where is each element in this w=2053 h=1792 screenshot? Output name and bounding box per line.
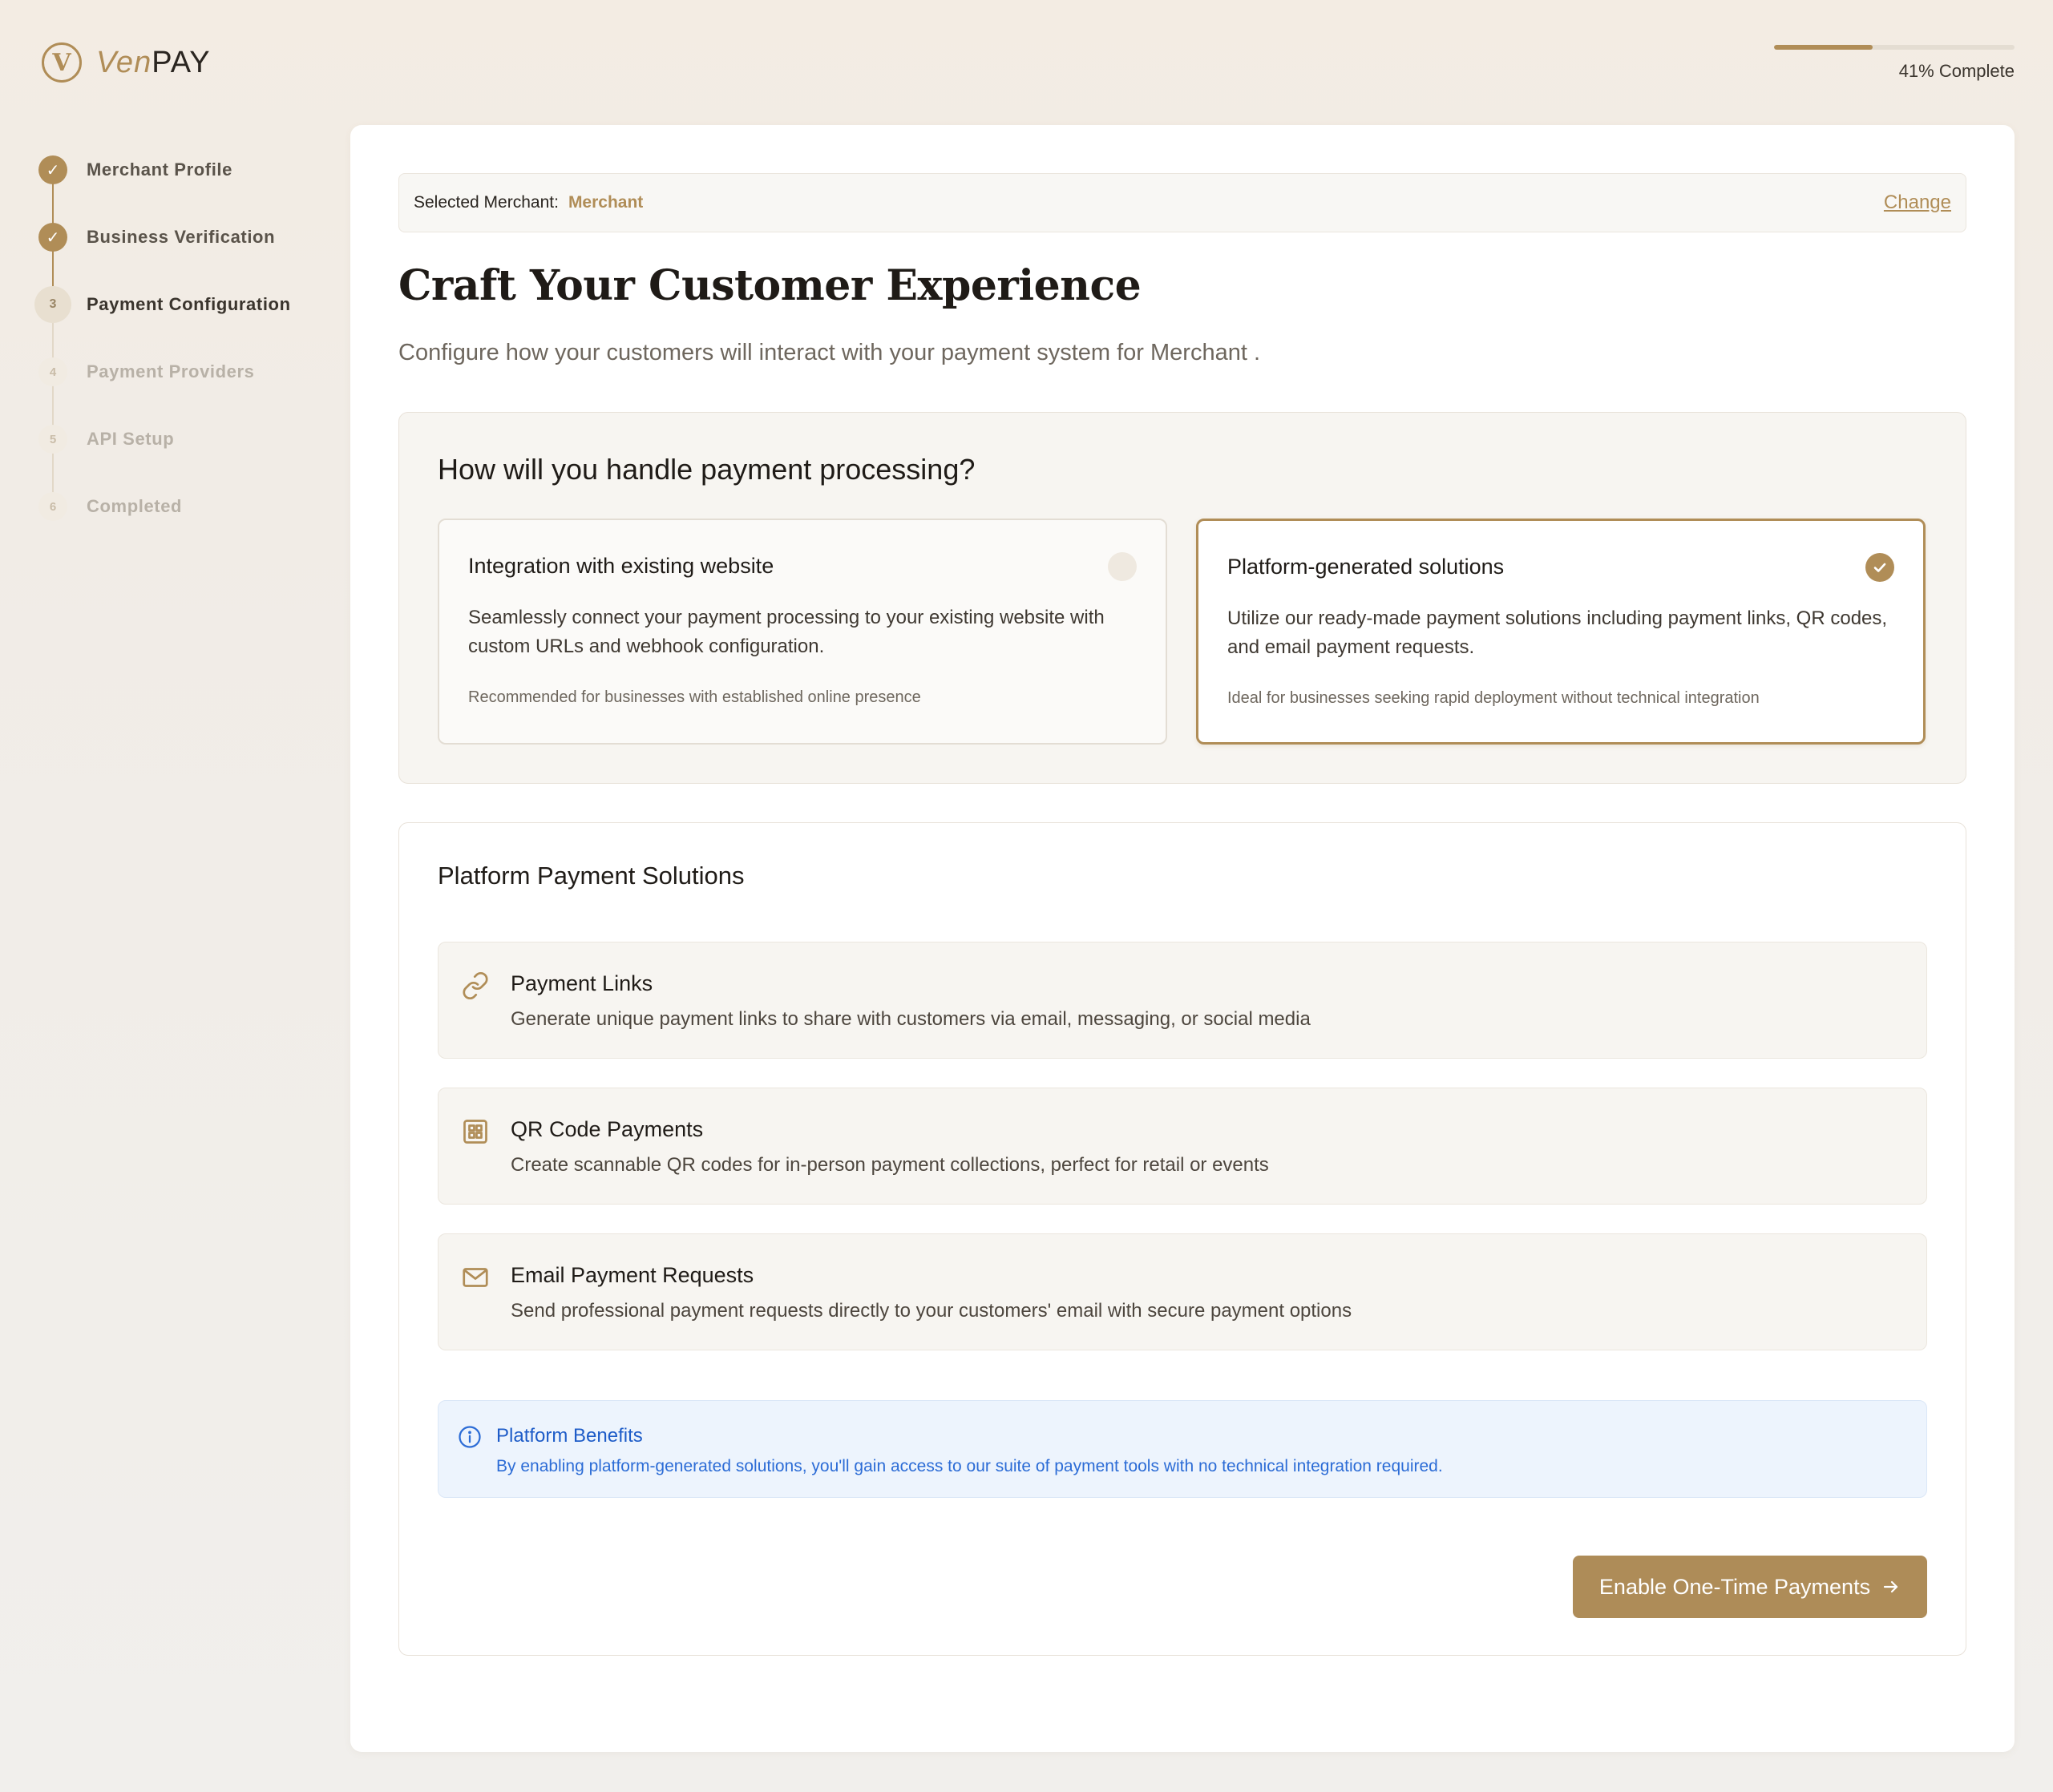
step-label: Business Verification (87, 227, 276, 247)
step-payment-providers: 4 Payment Providers (32, 338, 321, 406)
solution-description: Create scannable QR codes for in-person … (511, 1154, 1269, 1176)
progress-label: 41% Complete (1898, 61, 2015, 81)
option-note: Recommended for businesses with establis… (468, 688, 921, 706)
processing-question: How will you handle payment processing? (438, 453, 976, 486)
button-label: Enable One-Time Payments (1598, 1574, 1871, 1599)
step-label: API Setup (87, 429, 175, 449)
option-title: Integration with existing website (468, 554, 774, 578)
payment-processing-section: How will you handle payment processing? … (398, 412, 1966, 784)
step-label: Payment Configuration (87, 294, 291, 314)
qr-code-icon (463, 1120, 487, 1144)
step-api-setup: 5 API Setup (32, 406, 321, 473)
brand-logo: V VenPAY (42, 40, 211, 85)
arrow-right-icon (1883, 1580, 1898, 1593)
step-completed: 6 Completed (32, 473, 321, 540)
selected-merchant-name: Merchant (568, 193, 644, 212)
onboarding-progress: 41% Complete (1774, 45, 2015, 82)
step-check-icon: ✓ (38, 155, 67, 184)
step-number: 5 (38, 425, 67, 454)
solutions-title: Platform Payment Solutions (438, 862, 745, 890)
option-platform-generated-solutions[interactable]: Platform-generated solutions Utilize our… (1196, 519, 1926, 745)
selected-merchant-bar: Selected Merchant: Merchant Change (398, 173, 1966, 232)
page-subtitle: Configure how your customers will intera… (398, 340, 1261, 365)
option-note: Ideal for businesses seeking rapid deplo… (1227, 689, 1760, 707)
brand-name: VenPAY (96, 45, 211, 79)
progress-track (1774, 45, 2015, 50)
info-icon (459, 1426, 481, 1448)
solution-title: Payment Links (511, 971, 653, 995)
step-label: Completed (87, 496, 183, 516)
option-integration-existing-website[interactable]: Integration with existing website Seamle… (438, 519, 1167, 745)
benefits-description: By enabling platform-generated solutions… (496, 1457, 1443, 1475)
solution-title: QR Code Payments (511, 1117, 704, 1141)
step-label: Merchant Profile (87, 159, 232, 180)
solution-description: Generate unique payment links to share w… (511, 1008, 1311, 1030)
link-icon (463, 971, 488, 1000)
step-number: 6 (38, 492, 67, 521)
benefits-title: Platform Benefits (496, 1425, 643, 1447)
solution-description: Send professional payment requests direc… (511, 1300, 1352, 1322)
step-number: 4 (38, 357, 67, 386)
enable-one-time-payments-button[interactable]: Enable One-Time Payments (1573, 1556, 1927, 1618)
option-description: Seamlessly connect your payment processi… (468, 607, 1105, 657)
page-title: Craft Your Customer Experience (398, 261, 1142, 310)
option-title: Platform-generated solutions (1227, 555, 1505, 579)
logo-mark-icon: V (42, 42, 82, 83)
platform-benefits-notice: Platform Benefits By enabling platform-g… (438, 1400, 1927, 1498)
platform-solutions-section: Platform Payment Solutions Payment Links… (398, 822, 1966, 1656)
mail-icon (463, 1268, 488, 1287)
step-check-icon: ✓ (38, 223, 67, 252)
selected-merchant-label: Selected Merchant: (414, 193, 559, 212)
solution-email-payment-requests: Email Payment Requests Send professional… (438, 1233, 1927, 1350)
check-circle-icon[interactable] (1865, 553, 1894, 582)
solution-payment-links: Payment Links Generate unique payment li… (438, 942, 1927, 1059)
solution-title: Email Payment Requests (511, 1263, 754, 1287)
step-payment-configuration[interactable]: 3 Payment Configuration (32, 271, 321, 338)
step-merchant-profile[interactable]: ✓ Merchant Profile (32, 136, 321, 204)
solution-qr-code-payments: QR Code Payments Create scannable QR cod… (438, 1088, 1927, 1205)
step-number: 3 (34, 286, 71, 323)
radio-unselected-icon[interactable] (1108, 552, 1137, 581)
onboarding-steps: ✓ Merchant Profile ✓ Business Verificati… (32, 136, 321, 540)
option-description: Utilize our ready-made payment solutions… (1227, 607, 1888, 658)
step-business-verification[interactable]: ✓ Business Verification (32, 204, 321, 271)
change-merchant-link[interactable]: Change (1884, 192, 1951, 214)
progress-fill (1774, 45, 1873, 50)
main-card: Selected Merchant: Merchant Change Craft… (350, 125, 2015, 1752)
step-label: Payment Providers (87, 361, 255, 381)
